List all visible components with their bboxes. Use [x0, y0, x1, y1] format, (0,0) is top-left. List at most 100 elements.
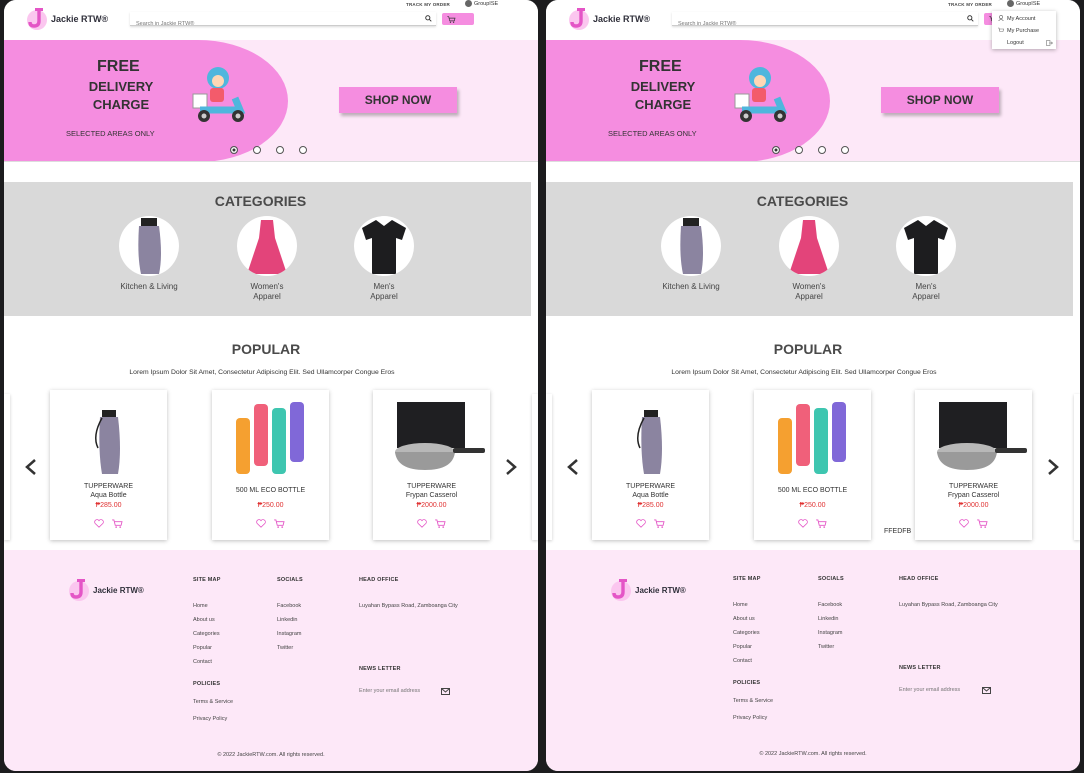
add-to-cart-icon[interactable] [654, 519, 665, 528]
product-card[interactable]: 500 ML ECO BOTTLE ₱250.00 [754, 390, 871, 540]
policies-heading: POLICIES [193, 681, 221, 687]
search-input[interactable] [130, 18, 410, 30]
heart-icon[interactable] [798, 519, 808, 528]
policy-link-privacy[interactable]: Privacy Policy [193, 711, 233, 728]
newsletter-email-input[interactable] [899, 687, 989, 693]
track-order-link[interactable]: TRACK MY ORDER [406, 2, 450, 7]
social-link-twitter[interactable]: Twitter [818, 640, 842, 654]
carousel-prev-button[interactable] [566, 458, 580, 476]
slide-dot[interactable] [772, 146, 780, 154]
brand-name[interactable]: Jackie RTW® [593, 14, 650, 24]
site-map-heading: SITE MAP [733, 576, 761, 582]
carousel-next-button[interactable] [1046, 458, 1060, 476]
shop-now-button[interactable]: SHOP NOW [339, 87, 457, 113]
color-annotation: FFEDFB [884, 528, 912, 535]
product-price: ₱250.00 [799, 502, 826, 509]
popular-title: POPULAR [773, 341, 843, 357]
add-to-cart-icon[interactable] [816, 519, 827, 528]
socials-heading: SOCIALS [818, 576, 844, 582]
category-womens[interactable]: Women's Apparel [227, 216, 307, 302]
category-mens[interactable]: Men's Apparel [344, 216, 424, 302]
menu-my-account[interactable]: My Account [1007, 16, 1035, 22]
user-menu[interactable]: GroupISE [1007, 0, 1040, 7]
mail-send-icon[interactable] [982, 687, 991, 694]
product-card[interactable]: TUPPERWARE Aqua Bottle ₱285.00 [50, 390, 167, 540]
cart-button[interactable] [442, 13, 474, 25]
heart-icon[interactable] [256, 519, 266, 528]
social-link-linkedin[interactable]: Linkedin [818, 612, 842, 626]
product-name: 500 ML ECO BOTTLE [777, 487, 848, 494]
social-link-twitter[interactable]: Twitter [277, 641, 301, 655]
category-womens[interactable]: Women's Apparel [769, 216, 849, 302]
categories-section: CATEGORIES Kitchen & Living Women's Appa… [4, 182, 531, 316]
copyright-text: © 2022 JackieRTW.com. All rights reserve… [217, 752, 325, 758]
policy-link-terms[interactable]: Terms & Service [733, 693, 773, 710]
brand-logo-icon[interactable] [26, 6, 48, 30]
cart-icon [447, 16, 456, 23]
category-kitchen[interactable]: Kitchen & Living [109, 216, 189, 292]
social-link-facebook[interactable]: Facebook [277, 599, 301, 613]
footer-link-about[interactable]: About us [193, 613, 220, 627]
slide-dot[interactable] [841, 146, 849, 154]
shop-now-button[interactable]: SHOP NOW [881, 87, 999, 113]
footer-logo-icon[interactable] [610, 577, 632, 601]
popular-description: Lorem Ipsum Dolor Sit Amet, Consectetur … [129, 369, 395, 376]
user-menu[interactable]: GroupISE [465, 0, 498, 7]
brand-logo-icon[interactable] [568, 6, 590, 30]
menu-logout[interactable]: Logout [1007, 40, 1024, 46]
social-link-instagram[interactable]: Instagram [818, 626, 842, 640]
site-footer: Jackie RTW® SITE MAP Home About us Categ… [4, 550, 538, 771]
newsletter-email-input[interactable] [359, 688, 449, 694]
categories-title: CATEGORIES [214, 193, 307, 209]
footer-link-contact[interactable]: Contact [193, 655, 220, 669]
footer-link-about[interactable]: About us [733, 612, 760, 626]
heart-icon[interactable] [636, 519, 646, 528]
footer-link-home[interactable]: Home [193, 599, 220, 613]
track-order-link[interactable]: TRACK MY ORDER [948, 2, 992, 7]
heart-icon[interactable] [417, 519, 427, 528]
social-link-linkedin[interactable]: Linkedin [277, 613, 301, 627]
footer-link-popular[interactable]: Popular [193, 641, 220, 655]
mail-send-icon[interactable] [441, 688, 450, 695]
search-input[interactable] [672, 18, 952, 30]
search-icon[interactable] [967, 15, 974, 22]
footer-link-contact[interactable]: Contact [733, 654, 760, 668]
brand-name[interactable]: Jackie RTW® [51, 14, 108, 24]
social-link-instagram[interactable]: Instagram [277, 627, 301, 641]
policy-link-terms[interactable]: Terms & Service [193, 694, 233, 711]
add-to-cart-icon[interactable] [435, 519, 446, 528]
category-mens[interactable]: Men's Apparel [886, 216, 966, 302]
heart-icon[interactable] [959, 519, 969, 528]
slide-dot[interactable] [795, 146, 803, 154]
product-card[interactable]: TUPPERWARE Frypan Casserol ₱2000.00 [915, 390, 1032, 540]
heart-icon[interactable] [94, 519, 104, 528]
product-card[interactable]: 500 ML ECO BOTTLE ₱250.00 [212, 390, 329, 540]
eco-bottles-image-icon [236, 402, 304, 474]
slide-dot[interactable] [276, 146, 284, 154]
slide-dot[interactable] [253, 146, 261, 154]
carousel-prev-button[interactable] [24, 458, 38, 476]
category-kitchen[interactable]: Kitchen & Living [651, 216, 731, 292]
search-icon[interactable] [425, 15, 432, 22]
slide-dot[interactable] [818, 146, 826, 154]
footer-link-home[interactable]: Home [733, 598, 760, 612]
product-card[interactable]: TUPPERWARE Frypan Casserol ₱2000.00 [373, 390, 490, 540]
policies-links: Terms & Service Privacy Policy [733, 693, 773, 727]
footer-link-categories[interactable]: Categories [733, 626, 760, 640]
footer-link-popular[interactable]: Popular [733, 640, 760, 654]
add-to-cart-icon[interactable] [274, 519, 285, 528]
product-card[interactable]: TUPPERWARE Aqua Bottle ₱285.00 [592, 390, 709, 540]
slide-dot[interactable] [299, 146, 307, 154]
social-link-facebook[interactable]: Facebook [818, 598, 842, 612]
carousel-next-button[interactable] [504, 458, 518, 476]
menu-my-purchase[interactable]: My Purchase [1007, 28, 1039, 34]
next-card-edge [1074, 394, 1080, 540]
slide-dot[interactable] [230, 146, 238, 154]
add-to-cart-icon[interactable] [112, 519, 123, 528]
add-to-cart-icon[interactable] [977, 519, 988, 528]
footer-logo-icon[interactable] [68, 577, 90, 601]
delivery-scooter-icon [734, 67, 788, 122]
product-name: 500 ML ECO BOTTLE [235, 487, 306, 494]
policy-link-privacy[interactable]: Privacy Policy [733, 710, 773, 727]
footer-link-categories[interactable]: Categories [193, 627, 220, 641]
